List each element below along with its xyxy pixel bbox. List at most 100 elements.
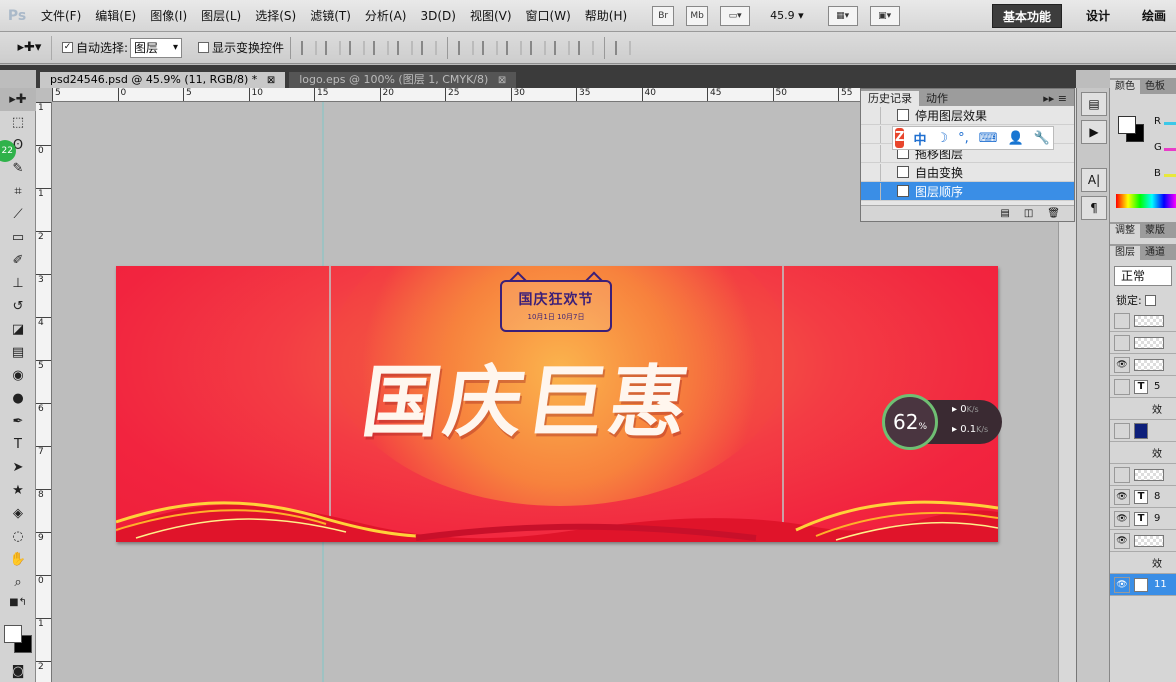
eye-icon[interactable]: 👁 [1114,356,1130,373]
keyboard-icon[interactable]: ⌨ [979,131,998,146]
eye-icon[interactable] [1114,378,1130,395]
new-document-from-state-icon[interactable]: ▤ [1000,208,1009,219]
history-source-box[interactable] [865,182,881,200]
layer-row[interactable] [1110,332,1176,354]
align-left-icon[interactable] [373,40,390,55]
eyedropper-tool-icon[interactable]: ⟋ [0,203,36,226]
view-extras-icon[interactable]: ▭▾ [720,5,751,26]
align-right-icon[interactable] [421,40,438,55]
layer-row[interactable]: 👁 T 9 [1110,508,1176,530]
distribute-vcenter-icon[interactable] [482,40,499,55]
zoom-level[interactable]: 45.9 ▾ [770,9,804,22]
layer-effects-row[interactable]: 效 [1110,398,1176,420]
healing-brush-icon[interactable]: ▭ [0,226,36,249]
banner-image[interactable]: 国庆狂欢节 10月1日 10月7日 国庆巨惠 [116,266,998,542]
eye-icon[interactable]: 👁 [1114,576,1130,593]
history-source-box[interactable] [865,125,881,143]
color-spectrum[interactable] [1116,194,1176,208]
menu-item[interactable]: 帮助(H) [578,0,634,32]
eye-icon[interactable] [1114,422,1130,439]
menu-item[interactable]: 编辑(E) [88,0,143,32]
panel-menu-icon[interactable]: ▸▸ ≡ [1036,91,1074,106]
history-state[interactable]: 图层顺序 [861,182,1074,201]
align-vcenter-icon[interactable] [325,40,342,55]
hand-tool-icon[interactable]: ✋ [0,548,36,571]
workspace-basic-button[interactable]: 基本功能 [991,3,1062,28]
distribute-hcenter-icon[interactable] [554,40,571,55]
layer-row[interactable] [1110,420,1176,442]
delete-state-icon[interactable]: 🗑 [1047,208,1060,219]
quick-mask-icon[interactable]: ◙ [0,660,36,682]
history-source-box[interactable] [865,106,881,124]
menu-item[interactable]: 视图(V) [463,0,519,32]
new-snapshot-icon[interactable]: ◫ [1024,208,1033,219]
show-transform-checkbox[interactable]: 显示变换控件 [198,39,284,56]
tab-channels[interactable]: 通道 [1140,246,1170,260]
distribute-top-icon[interactable] [458,40,475,55]
align-hcenter-icon[interactable] [397,40,414,55]
eye-icon[interactable]: 👁 [1114,510,1130,527]
layer-row[interactable]: 👁 [1110,530,1176,552]
blur-tool-icon[interactable]: ◉ [0,364,36,387]
auto-align-icon[interactable] [615,40,632,55]
menu-item[interactable]: 分析(A) [358,0,414,32]
tab-history[interactable]: 历史记录 [861,91,919,106]
eye-icon[interactable]: 👁 [1114,488,1130,505]
crop-tool-icon[interactable]: ⌗ [0,180,36,203]
close-icon[interactable]: ⊠ [498,75,506,86]
eye-icon[interactable] [1114,312,1130,329]
distribute-left-icon[interactable] [530,40,547,55]
auto-select-dropdown[interactable]: 图层 [130,37,183,58]
layer-row[interactable] [1110,464,1176,486]
eye-icon[interactable] [1114,334,1130,351]
auto-select-checkbox[interactable]: ✓ 自动选择: [62,39,128,56]
move-tool-preset-icon[interactable]: ▸✚▾ [8,35,52,60]
tab-swatches[interactable]: 色板 [1140,80,1170,94]
eye-icon[interactable] [1114,466,1130,483]
blue-slider[interactable] [1164,174,1176,177]
tab-actions[interactable]: 动作 [919,91,955,106]
ime-chinese-mode[interactable]: 中 [913,129,926,148]
menu-item[interactable]: 滤镜(T) [303,0,358,32]
layer-effects-row[interactable]: 效 [1110,442,1176,464]
mini-bridge-icon[interactable]: Mb [686,5,709,26]
red-slider[interactable] [1164,122,1176,125]
user-icon[interactable]: 👤 [1008,131,1024,146]
distribute-right-icon[interactable] [578,40,595,55]
marquee-tool-icon[interactable]: ⬚ [0,111,36,134]
punctuation-icon[interactable]: °, [958,131,969,146]
bridge-icon[interactable]: Br [652,5,675,26]
menu-item[interactable]: 图层(L) [194,0,248,32]
eye-icon[interactable]: 👁 [1114,532,1130,549]
history-panel-icon[interactable]: ▤ [1081,92,1107,116]
actions-panel-icon[interactable]: ▶ [1081,120,1107,144]
screen-mode-icon[interactable]: ▣▾ [869,5,900,26]
align-top-icon[interactable] [301,40,318,55]
eraser-tool-icon[interactable]: ◪ [0,318,36,341]
swap-colors-icon[interactable]: ■↰ [0,594,36,610]
lock-transparency-checkbox[interactable] [1144,294,1156,306]
tab-adjustments[interactable]: 调整 [1110,224,1140,238]
blend-mode-dropdown[interactable]: 正常 [1114,266,1172,286]
foreground-swatch[interactable] [1118,116,1136,134]
tab-logo-eps[interactable]: logo.eps @ 100% (图层 1, CMYK/8) ⊠ [289,72,517,88]
tab-psd24546[interactable]: psd24546.psd @ 45.9% (11, RGB/8) * ⊠ [40,72,286,88]
history-source-box[interactable] [865,144,881,162]
paragraph-panel-icon[interactable]: ¶ [1081,196,1107,220]
layer-row[interactable] [1110,310,1176,332]
gradient-tool-icon[interactable]: ▤ [0,341,36,364]
tab-layers[interactable]: 图层 [1110,246,1140,260]
path-select-tool-icon[interactable]: ➤ [0,456,36,479]
layer-row[interactable]: T5 [1110,376,1176,398]
zoom-tool-icon[interactable]: ⌕ [0,571,36,594]
network-speed-widget[interactable]: 62% ▸ 0K/s ▸ 0.1K/s [882,394,1002,450]
align-bottom-icon[interactable] [349,40,366,55]
layer-row[interactable]: 👁 T 11 [1110,574,1176,596]
menu-item[interactable]: 图像(I) [143,0,194,32]
history-source-box[interactable] [865,163,881,181]
pen-tool-icon[interactable]: ✒ [0,410,36,433]
history-brush-icon[interactable]: ↺ [0,295,36,318]
shape-tool-icon[interactable]: ★ [0,479,36,502]
menu-item[interactable]: 文件(F) [34,0,88,32]
history-state[interactable]: 自由变换 [861,163,1074,182]
